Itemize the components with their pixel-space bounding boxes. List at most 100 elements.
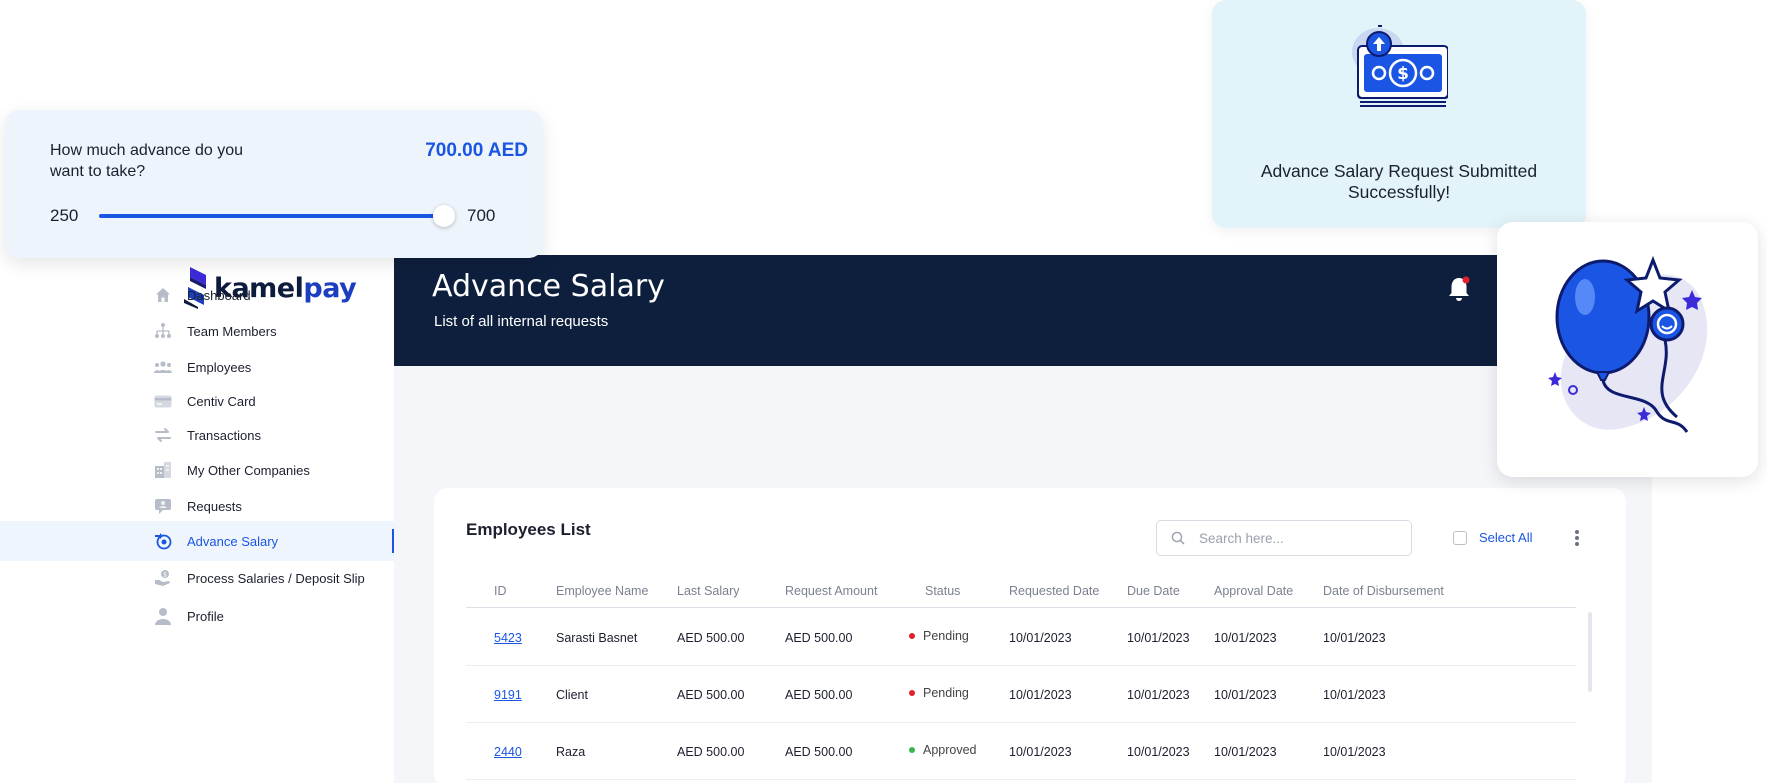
status-text: Pending bbox=[923, 686, 969, 700]
status-badge: Pending bbox=[909, 686, 969, 700]
sidebar-item-advance-salary[interactable]: Advance Salary bbox=[0, 521, 395, 561]
status-dot bbox=[909, 690, 915, 696]
table-row[interactable]: 2440 Raza AED 500.00 AED 500.00 Approved 10/0… bbox=[466, 723, 1576, 780]
sidebar-item-my-other-companies[interactable]: My Other Companies bbox=[0, 450, 395, 490]
status-text: Pending bbox=[923, 629, 969, 643]
advance-slider[interactable] bbox=[99, 205, 455, 227]
card-icon bbox=[154, 392, 172, 410]
advance-amount-card: How much advance do you want to take? 70… bbox=[5, 110, 543, 258]
cell-requested-date: 10/01/2023 bbox=[1009, 631, 1072, 645]
sidebar-item-label: Centiv Card bbox=[187, 393, 256, 409]
home-icon bbox=[154, 286, 172, 304]
sidebar-item-transactions[interactable]: Transactions bbox=[0, 415, 395, 455]
status-dot bbox=[909, 633, 915, 639]
status-dot bbox=[909, 747, 915, 753]
status-badge: Pending bbox=[909, 629, 969, 643]
org-chart-icon bbox=[154, 322, 172, 340]
advance-question: How much advance do you want to take? bbox=[50, 142, 243, 180]
slider-thumb[interactable] bbox=[433, 205, 455, 227]
status-text: Approved bbox=[923, 743, 977, 757]
select-all[interactable]: Select All bbox=[1453, 530, 1532, 545]
cell-due-date: 10/01/2023 bbox=[1127, 631, 1190, 645]
cell-disbursement-date: 10/01/2023 bbox=[1323, 688, 1386, 702]
sidebar-item-label: Team Members bbox=[187, 323, 277, 339]
employee-id-link[interactable]: 5423 bbox=[494, 631, 522, 645]
employees-list-title: Employees List bbox=[466, 520, 591, 539]
cell-name: Sarasti Basnet bbox=[556, 631, 638, 645]
column-header[interactable]: Last Salary bbox=[677, 584, 740, 598]
sidebar-item-label: Dashboard bbox=[187, 287, 251, 303]
cell-approval-date: 10/01/2023 bbox=[1214, 745, 1277, 759]
sidebar-item-profile[interactable]: Profile bbox=[0, 596, 395, 636]
page-subtitle: List of all internal requests bbox=[434, 313, 609, 330]
cell-request-amount: AED 500.00 bbox=[785, 631, 853, 645]
sidebar: kamelpay Dashboard Team Members Employees C… bbox=[0, 255, 395, 783]
cell-name: Raza bbox=[556, 745, 586, 759]
cell-due-date: 10/01/2023 bbox=[1127, 745, 1190, 759]
process-salary-icon: $ bbox=[154, 569, 172, 587]
cell-approval-date: 10/01/2023 bbox=[1214, 631, 1277, 645]
success-message: Advance Salary Request Submitted Success… bbox=[1260, 161, 1538, 202]
sidebar-item-team-members[interactable]: Team Members bbox=[0, 311, 395, 351]
cell-disbursement-date: 10/01/2023 bbox=[1323, 745, 1386, 759]
column-header[interactable]: Date of Disbursement bbox=[1323, 584, 1444, 598]
cell-last-salary: AED 500.00 bbox=[677, 688, 745, 702]
column-header[interactable]: Requested Date bbox=[1009, 584, 1099, 598]
sidebar-item-label: Requests bbox=[187, 498, 242, 514]
sidebar-item-label: My Other Companies bbox=[187, 462, 310, 478]
sidebar-item-process-salaries-deposit-slip[interactable]: $ Process Salaries / Deposit Slip bbox=[0, 558, 395, 598]
employees-card: Employees List Select All ID Employee Nam… bbox=[434, 488, 1626, 783]
user-icon bbox=[154, 607, 172, 625]
cell-disbursement-date: 10/01/2023 bbox=[1323, 631, 1386, 645]
kebab-dot bbox=[1575, 530, 1579, 534]
main-content: Employees List Select All ID Employee Nam… bbox=[394, 366, 1652, 783]
employee-id-link[interactable]: 2440 bbox=[494, 745, 522, 759]
people-icon bbox=[154, 358, 172, 376]
column-header[interactable]: Approval Date bbox=[1214, 584, 1293, 598]
table-scrollbar[interactable] bbox=[1588, 612, 1592, 692]
celebration-card bbox=[1497, 222, 1758, 477]
column-header[interactable]: Status bbox=[925, 584, 960, 598]
sidebar-item-label: Transactions bbox=[187, 427, 261, 443]
cell-request-amount: AED 500.00 bbox=[785, 745, 853, 759]
column-header[interactable]: Request Amount bbox=[785, 584, 877, 598]
page-title: Advance Salary bbox=[432, 269, 665, 304]
sidebar-item-label: Advance Salary bbox=[187, 533, 279, 549]
employee-id-link[interactable]: 9191 bbox=[494, 688, 522, 702]
building-icon bbox=[154, 461, 172, 479]
column-header[interactable]: ID bbox=[494, 584, 507, 598]
cell-request-amount: AED 500.00 bbox=[785, 688, 853, 702]
column-header[interactable]: Due Date bbox=[1127, 584, 1180, 598]
request-icon bbox=[154, 497, 172, 515]
bell-icon bbox=[1449, 276, 1470, 301]
svg-text:$: $ bbox=[163, 572, 167, 579]
balloon-icon bbox=[1537, 242, 1717, 457]
search-input[interactable] bbox=[1199, 530, 1389, 546]
slider-min-label: 250 bbox=[50, 206, 79, 225]
sidebar-item-label: Employees bbox=[187, 359, 252, 375]
status-badge: Approved bbox=[909, 743, 977, 757]
advance-amount: 700.00 AED bbox=[425, 140, 528, 161]
kebab-dot bbox=[1575, 536, 1579, 540]
sidebar-item-requests[interactable]: Requests bbox=[0, 486, 395, 526]
table-row[interactable]: 9191 Client AED 500.00 AED 500.00 Pending 10/… bbox=[466, 666, 1576, 723]
more-options-button[interactable] bbox=[1572, 528, 1582, 548]
page-header: Advance Salary List of all internal requ… bbox=[394, 255, 1498, 366]
table-header: ID Employee Name Last Salary Request Amount… bbox=[466, 584, 1576, 608]
cell-due-date: 10/01/2023 bbox=[1127, 688, 1190, 702]
svg-text:$: $ bbox=[1397, 64, 1409, 84]
cell-approval-date: 10/01/2023 bbox=[1214, 688, 1277, 702]
sidebar-item-label: Process Salaries / Deposit Slip bbox=[187, 570, 365, 586]
column-header[interactable]: Employee Name bbox=[556, 584, 648, 598]
transfer-arrows-icon bbox=[154, 426, 172, 444]
cell-requested-date: 10/01/2023 bbox=[1009, 745, 1072, 759]
select-all-checkbox[interactable] bbox=[1453, 530, 1467, 545]
cell-requested-date: 10/01/2023 bbox=[1009, 688, 1072, 702]
money-upload-icon: $ bbox=[1350, 22, 1449, 137]
cell-last-salary: AED 500.00 bbox=[677, 745, 745, 759]
kebab-dot bbox=[1575, 542, 1579, 546]
table-row[interactable]: 5423 Sarasti Basnet AED 500.00 AED 500.00 Pe… bbox=[466, 609, 1576, 666]
notification-button[interactable] bbox=[1446, 275, 1472, 303]
sidebar-item-label: Profile bbox=[187, 608, 224, 624]
sidebar-item-dashboard[interactable]: Dashboard bbox=[0, 275, 395, 315]
